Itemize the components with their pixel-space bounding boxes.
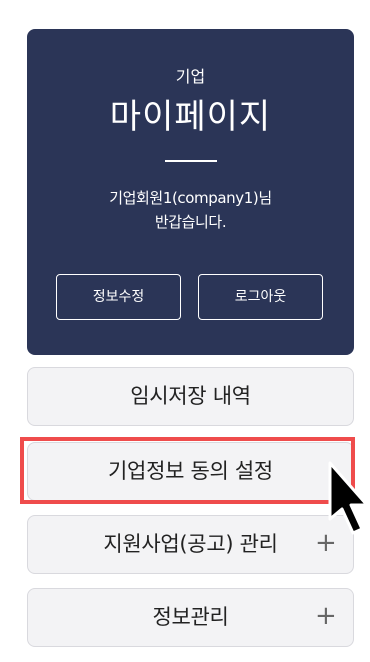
page-title: 마이페이지: [109, 97, 272, 137]
edit-profile-button[interactable]: 정보수정: [56, 274, 181, 320]
plus-icon[interactable]: +: [315, 516, 337, 573]
title-divider: [165, 160, 217, 162]
menu-label: 임시저장 내역: [130, 384, 251, 408]
menu-item-company-consent-settings[interactable]: 기업정보 동의 설정: [27, 442, 354, 501]
menu-label: 기업정보 동의 설정: [108, 459, 273, 483]
menu-label: 지원사업(공고) 관리: [103, 532, 278, 556]
menu-item-support-program-management[interactable]: 지원사업(공고) 관리 +: [27, 515, 354, 574]
welcome-message: 기업회원1(company1)님 반갑습니다.: [27, 186, 354, 234]
plus-icon[interactable]: +: [315, 589, 337, 646]
menu-item-temporary-saves[interactable]: 임시저장 내역: [27, 367, 354, 426]
profile-kicker: 기업: [175, 67, 206, 86]
welcome-line-greeting: 반갑습니다.: [154, 213, 227, 231]
menu-label: 정보관리: [152, 605, 229, 629]
company-profile-card: 기업 마이페이지 기업회원1(company1)님 반갑습니다. 정보수정 로그…: [27, 29, 354, 355]
welcome-line-user: 기업회원1(company1)님: [109, 189, 272, 207]
menu-item-information-management[interactable]: 정보관리 +: [27, 588, 354, 647]
logout-button[interactable]: 로그아웃: [198, 274, 323, 320]
